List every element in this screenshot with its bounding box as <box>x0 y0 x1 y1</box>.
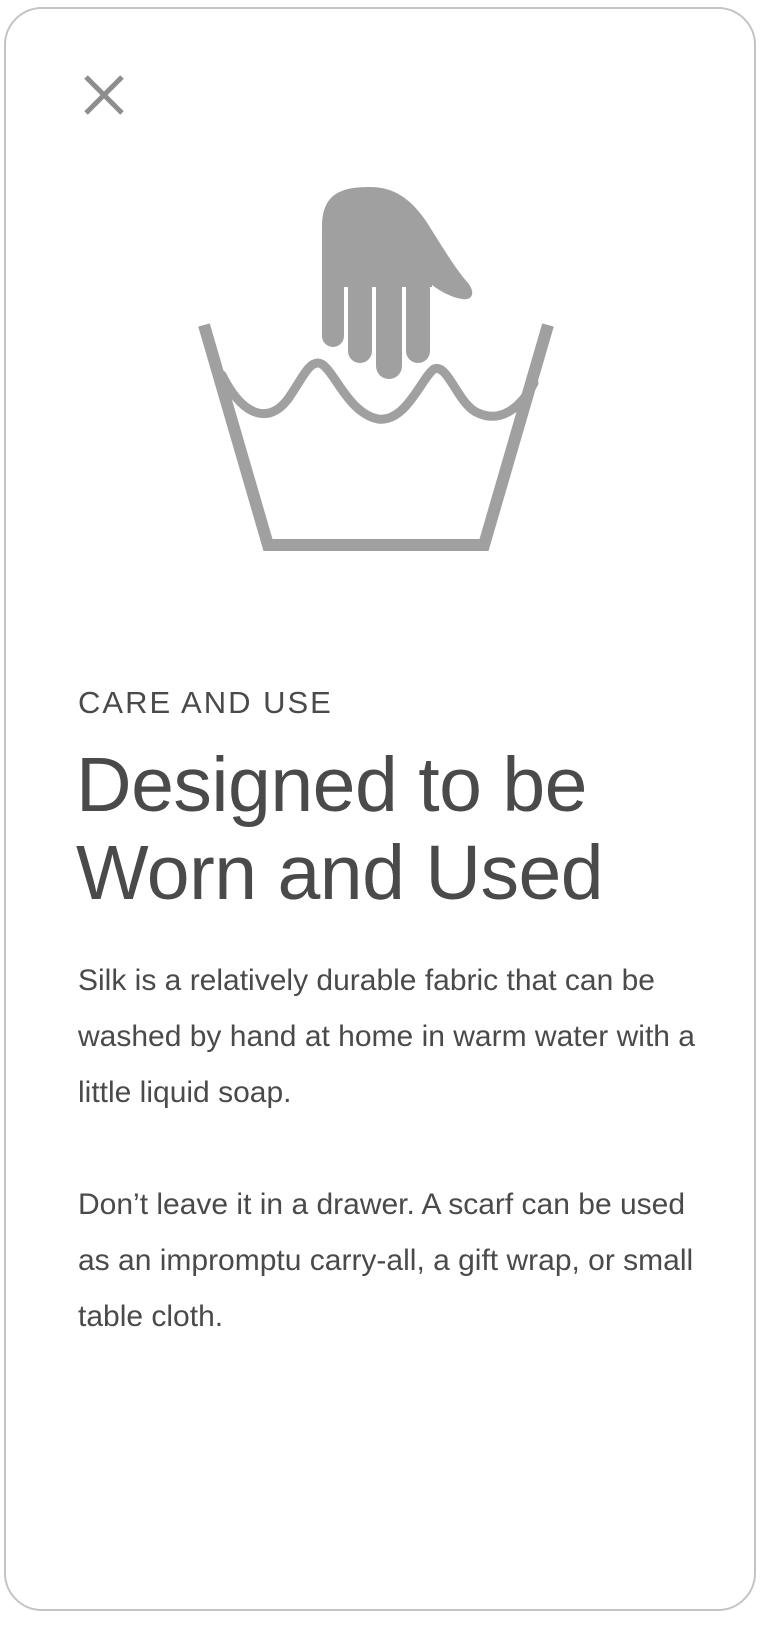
close-button[interactable] <box>74 67 130 123</box>
title-line-1: Designed to be <box>76 742 587 828</box>
care-paragraph-2: Don’t leave it in a drawer. A scarf can … <box>78 1188 694 1333</box>
care-paragraph-1: Silk is a relatively durable fabric that… <box>78 964 695 1109</box>
hand-wash-illustration <box>196 187 576 567</box>
hand-wash-icon <box>198 187 554 551</box>
page-title: Designed to be Worn and Used <box>76 741 716 917</box>
title-line-2: Worn and Used <box>76 830 604 916</box>
care-dialog: CARE AND USE Designed to be Worn and Use… <box>4 7 756 1611</box>
section-eyebrow: CARE AND USE <box>78 685 333 720</box>
close-icon <box>84 75 124 115</box>
